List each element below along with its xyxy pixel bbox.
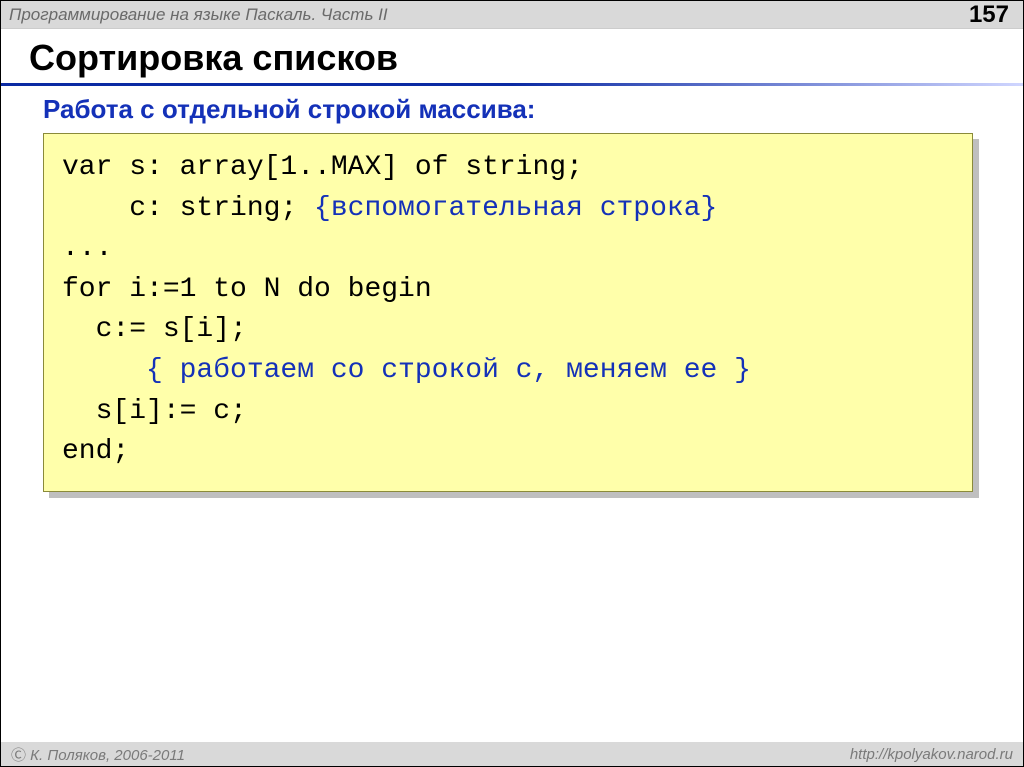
page-number: 157 bbox=[969, 1, 1009, 29]
code-line: c: string; bbox=[62, 193, 314, 224]
copyright: Ⓒ К. Поляков, 2006-2011 bbox=[11, 744, 185, 765]
code-line: var s: array[1..MAX] of string; bbox=[62, 152, 583, 183]
code-comment: { работаем со строкой c, меняем ее } bbox=[62, 355, 751, 386]
code-line: ... bbox=[62, 233, 112, 264]
code-line: for i:=1 to N do begin bbox=[62, 274, 432, 305]
code-comment: {вспомогательная строка} bbox=[314, 193, 717, 224]
footer-bar: Ⓒ К. Поляков, 2006-2011 http://kpolyakov… bbox=[1, 742, 1023, 766]
code-line: end; bbox=[62, 436, 129, 467]
code-block: var s: array[1..MAX] of string; c: strin… bbox=[43, 133, 973, 492]
course-title: Программирование на языке Паскаль. Часть… bbox=[9, 5, 388, 25]
page-title: Сортировка списков bbox=[1, 29, 1023, 83]
code-line: c:= s[i]; bbox=[62, 314, 247, 345]
slide: Программирование на языке Паскаль. Часть… bbox=[0, 0, 1024, 767]
code-line: s[i]:= c; bbox=[62, 396, 247, 427]
top-bar: Программирование на языке Паскаль. Часть… bbox=[1, 1, 1023, 29]
footer-url: http://kpolyakov.narod.ru bbox=[850, 746, 1013, 763]
section-subtitle: Работа с отдельной строкой массива: bbox=[1, 92, 1023, 133]
title-underline bbox=[1, 83, 1023, 86]
code-box: var s: array[1..MAX] of string; c: strin… bbox=[43, 133, 973, 492]
